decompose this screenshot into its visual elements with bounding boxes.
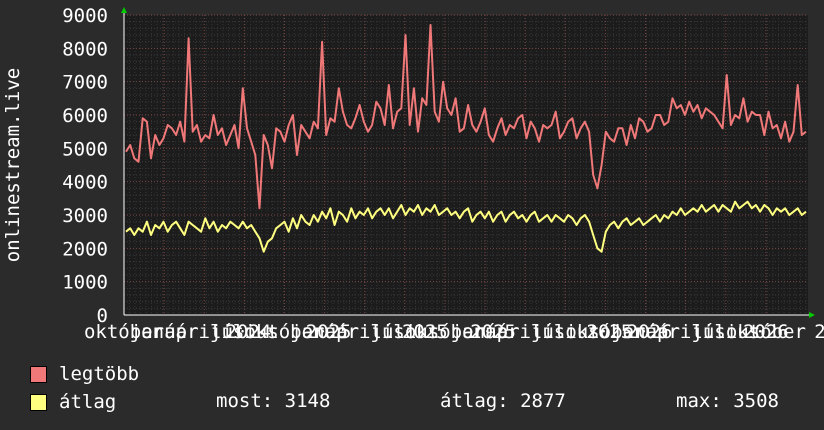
y-tick-label: 1000 (62, 272, 108, 294)
y-tick-label: 5000 (62, 138, 108, 160)
x-tail-label: 2 (814, 321, 824, 343)
y-tick-label: 6000 (62, 105, 108, 127)
x-year-label: 2026 (627, 321, 673, 343)
y-tick-label: 9000 (62, 5, 108, 27)
y-axis-arrow-icon (121, 7, 127, 13)
x-year-label: 2025 (587, 321, 633, 343)
legend-item-max: legtöbb (30, 362, 139, 386)
legend-label-avg: átlag (59, 391, 117, 413)
y-tick-label: 2000 (62, 238, 108, 260)
x-year-label: 2024 (225, 321, 271, 343)
chart-stage: 0 1000 2000 3000 4000 5000 6000 7000 8000 9000 ok… (0, 0, 824, 430)
x-year-label: 2025 (402, 321, 448, 343)
y-axis-label: onlinestream.live (2, 68, 24, 262)
x-year-label: 2026 (743, 321, 789, 343)
y-tick-labels: 0100020003000400050006000700080009000 (62, 5, 108, 327)
legend-item-avg: átlag (30, 390, 116, 414)
legend-label-max: legtöbb (59, 363, 140, 385)
x-year-label: 2025 (470, 321, 516, 343)
stat-average: átlag: 2877 (440, 390, 566, 412)
stat-current: most: 3148 (216, 390, 331, 412)
stat-maximum: max: 3508 (676, 390, 779, 412)
line-chart: 0100020003000400050006000700080009000 ok… (2, 5, 824, 343)
plot-background (124, 15, 808, 315)
y-tick-label: 4000 (62, 172, 108, 194)
x-year-label: 2025 (306, 321, 352, 343)
x-tick-labels: októberjanuáráprilisjúliusoktóberjanuárá… (84, 321, 824, 343)
y-tick-label: 7000 (62, 72, 108, 94)
y-tick-label: 3000 (62, 205, 108, 227)
x-axis-arrow-icon (809, 312, 815, 318)
y-tick-label: 8000 (62, 38, 108, 60)
legend-swatch-avg (30, 393, 47, 411)
legend-swatch-max (30, 365, 47, 383)
